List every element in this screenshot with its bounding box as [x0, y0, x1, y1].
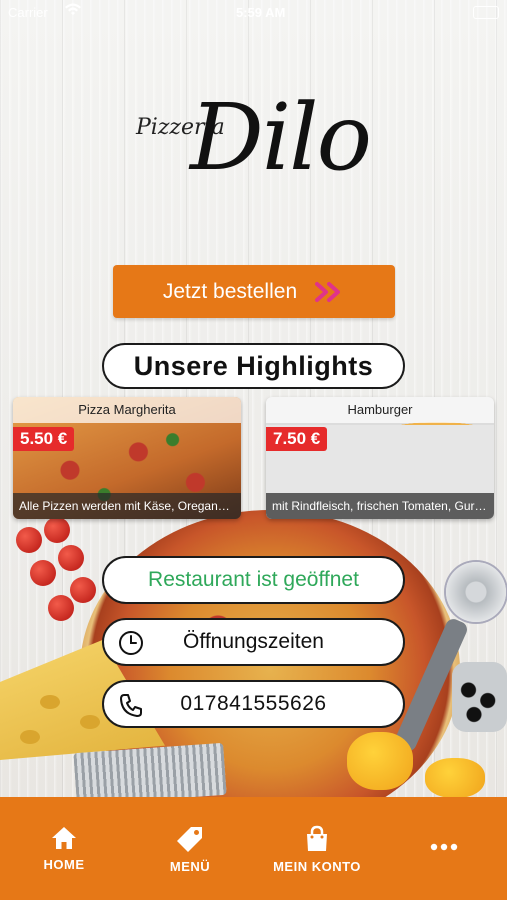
status-bar: Carrier 5:59 AM	[0, 0, 507, 24]
phone-number: 017841555626	[180, 692, 327, 715]
restaurant-logo: Pizzeria Dilo	[128, 84, 388, 210]
carrier-label: Carrier	[8, 5, 48, 20]
opening-hours-label: Öffnungszeiten	[183, 630, 324, 653]
tag-icon	[177, 827, 202, 852]
clock-icon	[119, 631, 143, 655]
highlights-heading: Unsere Highlights	[102, 343, 405, 389]
tab-home[interactable]: HOME	[26, 797, 102, 900]
home-icon	[52, 827, 76, 849]
highlight-card[interactable]: Hamburger 7.50 € mit Rindfleisch, frisch…	[266, 397, 494, 519]
app-screen: Carrier 5:59 AM Pizzeria Dilo Jetzt best…	[0, 0, 507, 900]
highlight-card-description: Alle Pizzen werden mit Käse, Oregano u..…	[13, 493, 241, 519]
phone-call-button[interactable]: 017841555626	[102, 680, 405, 728]
highlight-card-name: Pizza Margherita	[13, 397, 241, 423]
price-badge: 7.50 €	[266, 427, 328, 451]
tab-home-label: HOME	[43, 857, 85, 872]
highlight-card-name: Hamburger	[266, 397, 494, 423]
battery-icon	[473, 6, 499, 19]
double-chevron-right-icon	[315, 281, 341, 302]
restaurant-status-label: Restaurant ist geöffnet	[148, 568, 359, 591]
wifi-icon	[64, 3, 82, 20]
opening-hours-button[interactable]: Öffnungszeiten	[102, 618, 405, 666]
tomatoes-decoration	[8, 515, 118, 625]
price-badge: 5.50 €	[13, 427, 75, 451]
tab-menu[interactable]: MENÜ	[152, 797, 228, 900]
order-now-label: Jetzt bestellen	[162, 279, 298, 303]
pepper-decoration	[347, 732, 413, 790]
logo-word-big: Dilo	[190, 84, 372, 191]
grater-decoration	[73, 742, 227, 806]
highlight-card[interactable]: Pizza Margherita 5.50 € Alle Pizzen werd…	[13, 397, 241, 519]
tab-my-account[interactable]: MEIN KONTO	[262, 797, 372, 900]
olives-bowl-decoration	[452, 662, 507, 732]
bottom-tab-bar: HOME MENÜ MEIN KONTO	[0, 797, 507, 900]
tab-menu-label: MENÜ	[169, 859, 211, 874]
tab-more[interactable]	[412, 797, 476, 900]
shopping-bag-icon	[307, 825, 327, 851]
restaurant-status-pill[interactable]: Restaurant ist geöffnet	[102, 556, 405, 604]
status-time: 5:59 AM	[236, 5, 286, 20]
pepper-decoration	[425, 758, 485, 798]
tab-my-account-label: MEIN KONTO	[273, 859, 361, 874]
pizza-cutter-decoration	[446, 562, 506, 622]
phone-icon	[120, 694, 142, 717]
highlight-card-description: mit Rindfleisch, frischen Tomaten, Gurk.…	[266, 493, 494, 519]
more-dots-icon	[430, 843, 458, 851]
order-now-button[interactable]: Jetzt bestellen	[113, 265, 395, 318]
